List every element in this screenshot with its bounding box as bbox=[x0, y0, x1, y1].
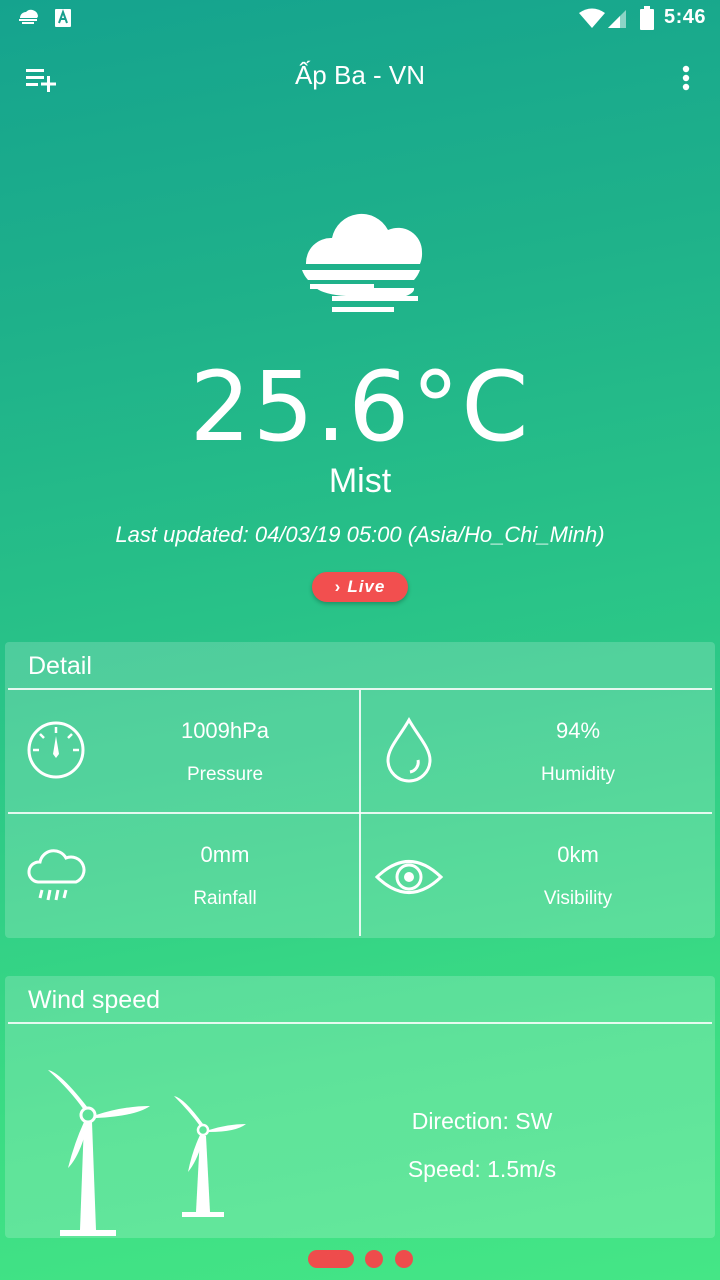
pressure-label: Pressure bbox=[186, 764, 264, 785]
live-label: Live bbox=[347, 577, 386, 596]
more-vertical-icon[interactable] bbox=[676, 64, 696, 94]
wind-title: Wind speed bbox=[28, 986, 161, 1014]
pressure-value: 1009hPa bbox=[180, 718, 270, 743]
wind-speed: Speed: 1.5m/s bbox=[407, 1156, 557, 1182]
chevron-right-icon: › bbox=[334, 577, 342, 596]
text-a-icon bbox=[55, 9, 71, 27]
wind-turbine-icon bbox=[48, 1070, 246, 1236]
weather-cloud-icon bbox=[19, 9, 38, 24]
eye-icon bbox=[374, 860, 444, 894]
rainfall-value: 0mm bbox=[200, 842, 250, 867]
rainfall-label: Rainfall bbox=[193, 888, 257, 909]
divider bbox=[359, 690, 361, 936]
weather-condition: Mist bbox=[328, 462, 392, 500]
page-indicator[interactable] bbox=[365, 1250, 383, 1268]
detail-title: Detail bbox=[28, 652, 92, 680]
temperature: 25.6°C bbox=[189, 351, 531, 463]
humidity-value: 94% bbox=[555, 718, 601, 743]
pressure-gauge-icon bbox=[27, 721, 85, 779]
page-indicator-active[interactable] bbox=[308, 1250, 354, 1268]
page-indicator[interactable] bbox=[395, 1250, 413, 1268]
wind-direction: Direction: SW bbox=[411, 1108, 553, 1134]
rain-cloud-icon bbox=[27, 849, 86, 901]
clock: 5:46 bbox=[663, 6, 706, 28]
mist-icon bbox=[302, 213, 423, 312]
humidity-label: Humidity bbox=[541, 764, 615, 785]
visibility-value: 0km bbox=[557, 842, 599, 867]
wifi-icon bbox=[579, 8, 605, 28]
battery-icon bbox=[640, 6, 654, 30]
status-bar: 5:46 bbox=[0, 0, 720, 36]
divider bbox=[8, 1022, 712, 1024]
location-title: Ấp Ba - VN bbox=[294, 60, 426, 90]
last-updated: Last updated: 04/03/19 05:00 (Asia/Ho_Ch… bbox=[115, 522, 605, 547]
visibility-label: Visibility bbox=[543, 888, 613, 909]
signal-icon bbox=[608, 10, 626, 28]
humidity-drop-icon bbox=[386, 716, 432, 783]
live-button[interactable]: › Live bbox=[312, 572, 408, 602]
